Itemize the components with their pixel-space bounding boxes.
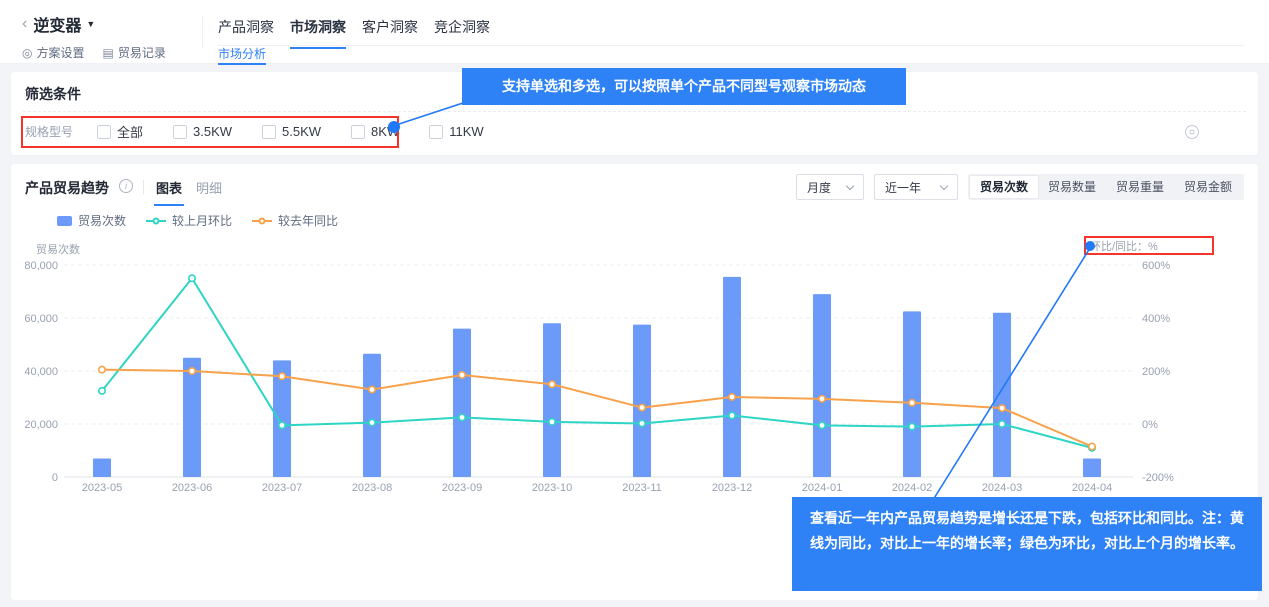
range-select[interactable]: 近一年: [874, 174, 958, 200]
tab-product-insight[interactable]: 产品洞察: [218, 17, 274, 49]
checkbox-label: 11KW: [449, 124, 483, 139]
filter-separator: [23, 111, 1246, 112]
metric-button-trade-amount[interactable]: 贸易金额: [1174, 176, 1242, 198]
header-divider: [202, 17, 203, 47]
tab-competitor-insight[interactable]: 竞企洞察: [434, 17, 490, 49]
trend-controls: 月度 近一年 贸易次数 贸易数量 贸易重量 贸易金额: [796, 174, 1244, 200]
metric-button-group: 贸易次数 贸易数量 贸易重量 贸易金额: [968, 174, 1244, 200]
view-tab-detail[interactable]: 明细: [194, 178, 224, 206]
checkbox-11kw[interactable]: 11KW: [429, 122, 483, 141]
legend-label: 较上月环比: [172, 212, 232, 229]
product-selector[interactable]: 逆变器 ▼: [33, 12, 95, 36]
checkbox-box[interactable]: [429, 125, 443, 139]
target-icon: ◎: [22, 47, 32, 59]
chevron-down-icon: [846, 181, 854, 189]
scheme-settings-link[interactable]: ◎ 方案设置: [22, 44, 85, 61]
product-title: 逆变器: [33, 12, 81, 36]
trend-annotation-callout: 查看近一年内产品贸易趋势是增长还是下跌，包括环比和同比。注：黄线为同比，对比上一…: [792, 497, 1262, 591]
annotation-dot-filter: [388, 121, 400, 133]
caret-down-icon: ▼: [86, 19, 95, 29]
checkbox-label: 3.5KW: [193, 124, 232, 139]
legend-item-yoy[interactable]: 较去年同比: [252, 212, 338, 229]
info-icon[interactable]: i: [119, 179, 133, 193]
period-select-value: 月度: [807, 179, 831, 196]
trend-title: 产品贸易趋势: [25, 178, 109, 198]
main-tabs: 产品洞察 市场洞察 客户洞察 竞企洞察: [218, 17, 490, 49]
annotation-dot-axis: [1085, 241, 1095, 251]
chevron-down-icon: [940, 181, 948, 189]
filter-title: 筛选条件: [25, 84, 81, 104]
line-swatch: [146, 220, 166, 222]
spec-row-label: 规格型号: [25, 123, 89, 140]
head-divider: [143, 180, 144, 194]
chart-legend: 贸易次数 较上月环比 较去年同比: [57, 212, 338, 229]
checkbox-label: 5.5KW: [282, 124, 321, 139]
view-tab-chart[interactable]: 图表: [154, 178, 184, 206]
legend-item-mom[interactable]: 较上月环比: [146, 212, 232, 229]
checkbox-3-5kw[interactable]: 3.5KW: [173, 122, 232, 141]
line-swatch: [252, 220, 272, 222]
legend-label: 贸易次数: [78, 212, 126, 229]
checkbox-box[interactable]: [97, 125, 111, 139]
tab-customer-insight[interactable]: 客户洞察: [362, 17, 418, 49]
tab-market-insight[interactable]: 市场洞察: [290, 17, 346, 49]
period-select[interactable]: 月度: [796, 174, 864, 200]
filter-annotation-callout: 支持单选和多选，可以按照单个产品不同型号观察市场动态: [462, 68, 906, 105]
app-window: ‹ 逆变器 ▼ ◎ 方案设置 ▤ 贸易记录 产品洞察 市场洞察: [0, 0, 1269, 607]
checkbox-all[interactable]: 全部: [97, 122, 143, 141]
metric-button-trade-weight[interactable]: 贸易重量: [1106, 176, 1174, 198]
metric-button-trade-count[interactable]: 贸易次数: [970, 176, 1038, 198]
checkbox-box[interactable]: [173, 125, 187, 139]
spec-filter-row: 规格型号 全部 3.5KW 5.5KW 8KW 11KW: [25, 122, 484, 141]
trade-records-link[interactable]: ▤ 贸易记录: [103, 44, 166, 61]
checkbox-box[interactable]: [351, 125, 365, 139]
top-bar: ‹ 逆变器 ▼ ◎ 方案设置 ▤ 贸易记录 产品洞察 市场洞察: [0, 0, 1269, 64]
metric-button-trade-quantity[interactable]: 贸易数量: [1038, 176, 1106, 198]
trade-records-label: 贸易记录: [118, 44, 166, 61]
checkbox-5-5kw[interactable]: 5.5KW: [262, 122, 321, 141]
checkbox-label: 全部: [117, 122, 143, 141]
subtab-market-analysis[interactable]: 市场分析: [218, 47, 266, 65]
legend-item-trade-count[interactable]: 贸易次数: [57, 212, 126, 229]
legend-label: 较去年同比: [278, 212, 338, 229]
range-select-value: 近一年: [885, 179, 921, 196]
product-header: ‹ 逆变器 ▼ ◎ 方案设置 ▤ 贸易记录: [22, 12, 166, 61]
checkbox-box[interactable]: [262, 125, 276, 139]
bar-swatch: [57, 216, 72, 226]
back-icon[interactable]: ‹: [22, 16, 27, 32]
document-icon: ▤: [103, 47, 114, 59]
gear-icon[interactable]: [1185, 125, 1199, 139]
scheme-settings-label: 方案设置: [36, 44, 84, 61]
